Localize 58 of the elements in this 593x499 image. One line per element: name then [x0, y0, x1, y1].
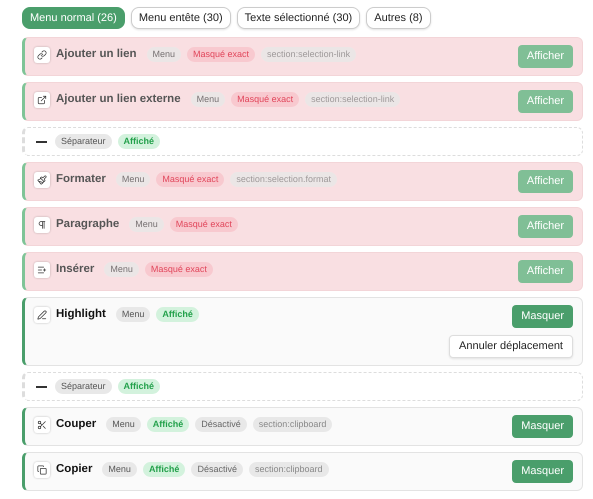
tag: Affiché	[118, 134, 160, 149]
show-button[interactable]: Afficher	[518, 45, 573, 68]
item-title: Paragraphe	[56, 217, 120, 232]
tag: Masqué exact	[156, 172, 224, 188]
copy-icon	[34, 462, 50, 478]
tag: Séparateur	[55, 379, 112, 394]
tag: Menu	[102, 462, 137, 478]
pilcrow-icon	[34, 216, 50, 233]
item-title: Insérer	[56, 262, 94, 277]
hide-button[interactable]: Masquer	[512, 305, 573, 328]
item-title: Couper	[56, 417, 96, 432]
tag: section:clipboard	[248, 462, 329, 478]
tag: Menu	[129, 217, 164, 232]
dash-icon	[36, 140, 47, 142]
list-plus-icon	[34, 262, 50, 278]
tag: Désactivé	[191, 462, 243, 478]
scissors-icon	[34, 416, 50, 433]
tag: Affiché	[142, 462, 186, 478]
paintbrush-icon	[34, 172, 50, 188]
tag: Masqué exact	[187, 47, 256, 62]
tag: Menu	[116, 307, 150, 322]
hide-button[interactable]: Masquer	[512, 460, 573, 483]
tab[interactable]: Autres (8)	[366, 7, 431, 29]
tag: section:selection-link	[261, 47, 356, 62]
tag: Désactivé	[195, 417, 247, 432]
show-button[interactable]: Afficher	[518, 260, 573, 283]
item-title: Formater	[56, 172, 106, 187]
tag: Séparateur	[55, 134, 112, 149]
tag: Affiché	[146, 417, 190, 432]
tag: Menu	[104, 262, 139, 278]
tag: section:selection.format	[230, 172, 337, 188]
tag: Masqué exact	[231, 92, 300, 108]
show-button[interactable]: Afficher	[518, 170, 573, 193]
tag: section:selection-link	[305, 92, 400, 108]
pen-icon	[34, 306, 50, 323]
dash-icon	[36, 386, 47, 388]
tag: section:clipboard	[252, 417, 332, 432]
link-icon	[34, 46, 50, 63]
item-title: Ajouter un lien	[56, 47, 136, 62]
tag: Masqué exact	[144, 262, 213, 278]
tab[interactable]: Texte sélectionné (30)	[236, 7, 360, 29]
tag: Masqué exact	[170, 217, 238, 232]
tab[interactable]: Menu normal (26)	[22, 7, 125, 29]
tag: Affiché	[156, 307, 199, 322]
tag: Menu	[106, 417, 141, 432]
tag: Menu	[190, 92, 226, 108]
show-button[interactable]: Afficher	[518, 215, 573, 238]
tag: Affiché	[118, 379, 160, 394]
item-title: Copier	[56, 462, 92, 477]
tag: Menu	[116, 172, 150, 188]
undo-move-button[interactable]: Annuler déplacement	[449, 335, 573, 358]
item-title: Ajouter un lien externe	[56, 92, 181, 107]
tab[interactable]: Menu entête (30)	[130, 7, 231, 29]
external-link-icon	[34, 92, 50, 108]
hide-button[interactable]: Masquer	[512, 415, 573, 438]
item-title: Highlight	[56, 307, 106, 322]
tag: Menu	[146, 47, 182, 62]
show-button[interactable]: Afficher	[518, 90, 573, 113]
